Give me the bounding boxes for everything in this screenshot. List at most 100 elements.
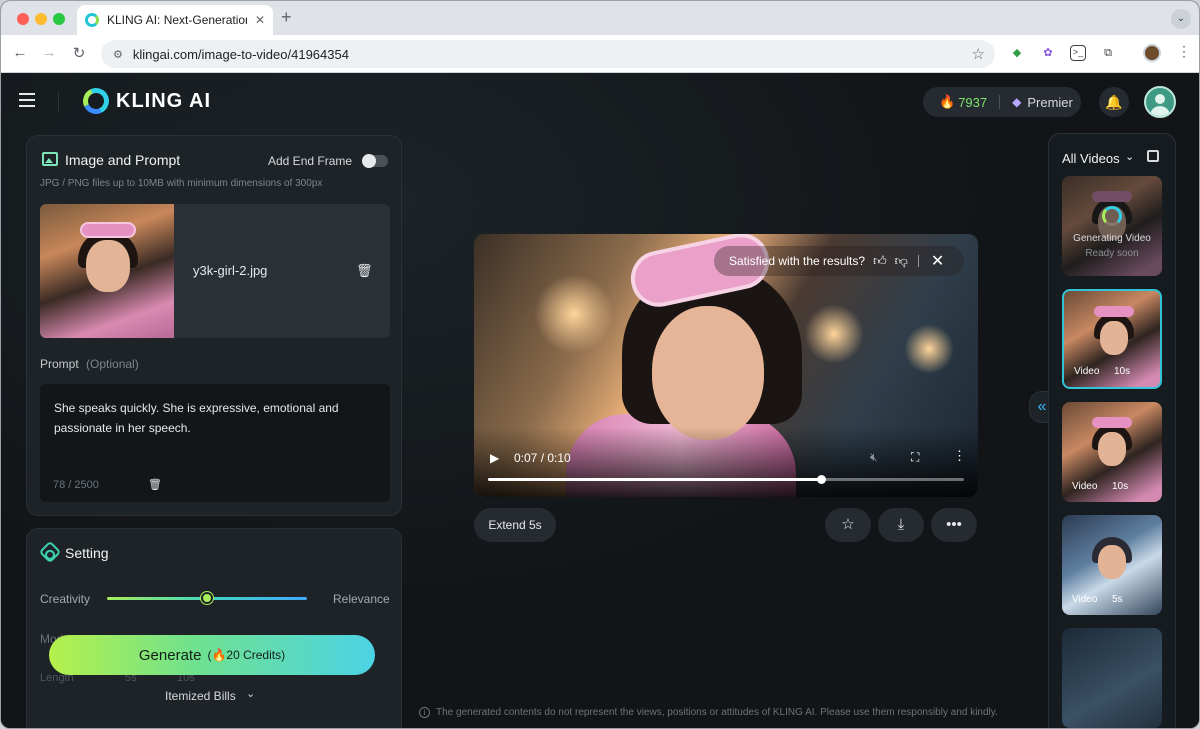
itemized-bills-link[interactable]: Itemized Bills [165, 689, 236, 703]
setting-title: Setting [65, 545, 109, 561]
new-tab-icon[interactable]: + [281, 7, 292, 28]
puzzle-gear-extension-icon[interactable]: ✿ [1040, 45, 1056, 61]
pill-separator [999, 95, 1001, 109]
tab-search-chevron-icon[interactable]: ⌄ [1171, 9, 1191, 29]
reload-icon[interactable]: ↻ [69, 44, 89, 62]
extensions-puzzle-icon[interactable]: ⧉ [1100, 45, 1116, 61]
disclaimer-text: The generated contents do not represent … [436, 707, 998, 719]
forward-arrow-icon[interactable]: → [39, 44, 59, 61]
fullscreen-icon[interactable]: ⛶ [911, 450, 919, 465]
image-icon [42, 152, 58, 166]
kling-favicon-icon [85, 13, 99, 27]
slider-thumb[interactable] [201, 592, 213, 604]
clear-prompt-trash-icon[interactable]: 🗑 [148, 478, 162, 491]
browser-profile-avatar[interactable] [1143, 44, 1161, 62]
thumb-goggles [80, 222, 136, 238]
close-window-button[interactable] [17, 13, 29, 25]
card-goggles [1092, 417, 1132, 428]
video-card-partial[interactable] [1062, 628, 1162, 728]
zoom-window-button[interactable] [53, 13, 65, 25]
browser-tab[interactable]: KLING AI: Next-Generation AI ✕ [77, 5, 273, 35]
video-card[interactable]: Video 5s [1062, 515, 1162, 615]
logo-text[interactable]: KLING AI [116, 90, 211, 113]
card-face [1100, 321, 1128, 355]
prompt-text[interactable]: She speaks quickly. She is expressive, e… [54, 398, 374, 438]
relevance-label: Relevance [333, 592, 390, 606]
close-feedback-icon[interactable]: ✕ [931, 251, 944, 271]
chevron-down-icon[interactable]: ⌄ [1125, 150, 1134, 163]
omnibox[interactable]: ⚙ klingai.com/image-to-video/41964354 ☆ [101, 40, 995, 68]
close-tab-icon[interactable]: ✕ [255, 13, 265, 27]
prompt-label-text: Prompt [40, 357, 79, 371]
image-prompt-title: Image and Prompt [65, 152, 181, 168]
download-icon[interactable]: ⤓ [878, 508, 924, 542]
video-card-duration: 5s [1112, 594, 1123, 605]
browser-menu-icon[interactable]: ⋮ [1177, 43, 1191, 60]
select-copy-icon[interactable] [1147, 150, 1159, 162]
char-count: 78 / 2500 [53, 479, 99, 491]
feedback-bar: Satisfied with the results? 👍︎ 👎︎ ✕ [714, 246, 964, 276]
chevron-down-icon[interactable]: ⌄ [246, 687, 255, 700]
video-face [652, 306, 764, 440]
generate-button[interactable]: Generate (🔥20 Credits) [49, 635, 375, 675]
more-options-vertical-icon[interactable]: ⋮ [953, 448, 966, 464]
kling-app: KLING AI 🔥 7937 ◆ Premier 🔔 Image and Pr… [1, 73, 1199, 728]
image-prompt-panel: Image and Prompt Add End Frame JPG / PNG… [26, 135, 402, 516]
video-card-duration: 10s [1114, 366, 1131, 377]
notification-bell-icon[interactable]: 🔔 [1099, 87, 1129, 117]
site-info-icon[interactable]: ⚙ [113, 48, 123, 61]
generate-label: Generate [138, 646, 202, 664]
generating-sub: Ready soon [1085, 248, 1139, 259]
bookmark-star-icon[interactable]: ☆ [972, 45, 985, 63]
video-card[interactable]: Video 10s [1062, 289, 1162, 389]
mute-icon[interactable]: 🔇︎ [870, 450, 878, 465]
extend-button[interactable]: Extend 5s [474, 508, 556, 542]
minimize-window-button[interactable] [35, 13, 47, 25]
card-face [1098, 432, 1126, 466]
credits-pill[interactable]: 🔥 7937 ◆ Premier [923, 87, 1081, 117]
end-frame-toggle[interactable] [362, 154, 388, 168]
back-arrow-icon[interactable]: ← [10, 44, 30, 61]
prompt-label: Prompt (Optional) [40, 357, 139, 371]
evernote-extension-icon[interactable]: ◆ [1009, 45, 1025, 61]
terminal-extension-icon[interactable]: >_ [1070, 45, 1086, 61]
tab-bar: KLING AI: Next-Generation AI ✕ + ⌄ [1, 1, 1199, 35]
video-card[interactable]: Video 10s [1062, 402, 1162, 502]
credits-count: 7937 [958, 94, 988, 110]
info-icon: i [419, 707, 430, 718]
feedback-separator [917, 255, 919, 267]
generating-state: Generating Video Ready soon [1062, 231, 1162, 261]
favorite-star-icon[interactable]: ☆ [825, 508, 871, 542]
playback-progress[interactable] [488, 475, 964, 484]
card-face [1098, 545, 1126, 579]
creativity-label: Creativity [40, 592, 91, 606]
video-player[interactable]: Satisfied with the results? 👍︎ 👎︎ ✕ ▶ 0:… [474, 234, 978, 497]
all-videos-title[interactable]: All Videos [1062, 151, 1120, 166]
gen-flame-icon: 🔥 [211, 648, 227, 662]
uploaded-image-box[interactable]: y3k-girl-2.jpg 🗑 [40, 204, 390, 338]
card-dim-overlay [1062, 176, 1162, 276]
thumbs-up-icon[interactable]: 👍︎ [873, 253, 887, 269]
user-avatar[interactable] [1144, 86, 1176, 118]
uploaded-image-thumbnail [40, 204, 174, 338]
generate-cost: (🔥20 Credits) [207, 648, 286, 662]
more-horizontal-icon[interactable]: ••• [931, 508, 977, 542]
disclaimer: i The generated contents do not represent… [419, 707, 998, 718]
bg-light [534, 274, 614, 354]
generate-credits-text: 20 Credits [226, 648, 282, 662]
url-text[interactable]: klingai.com/image-to-video/41964354 [133, 47, 349, 62]
flame-icon: 🔥 [939, 94, 956, 109]
browser-window: KLING AI: Next-Generation AI ✕ + ⌄ ← → ↻… [0, 0, 1200, 729]
diamond-icon: ◆ [1012, 95, 1022, 109]
loading-spinner-icon [1102, 206, 1122, 226]
kling-logo-icon[interactable] [79, 84, 113, 118]
playback-time: 0:07 / 0:10 [514, 451, 571, 465]
delete-image-trash-icon[interactable]: 🗑 [356, 263, 373, 279]
video-history-rail: All Videos ⌄ Generating Video Ready soon… [1048, 133, 1176, 728]
hamburger-menu-icon[interactable] [19, 93, 37, 111]
generating-video-card[interactable]: Generating Video Ready soon [1062, 176, 1162, 276]
prompt-textarea[interactable]: She speaks quickly. She is expressive, e… [40, 384, 390, 502]
play-icon[interactable]: ▶ [490, 451, 499, 465]
bg-light [904, 324, 954, 374]
thumbs-down-icon[interactable]: 👎︎ [895, 253, 908, 269]
